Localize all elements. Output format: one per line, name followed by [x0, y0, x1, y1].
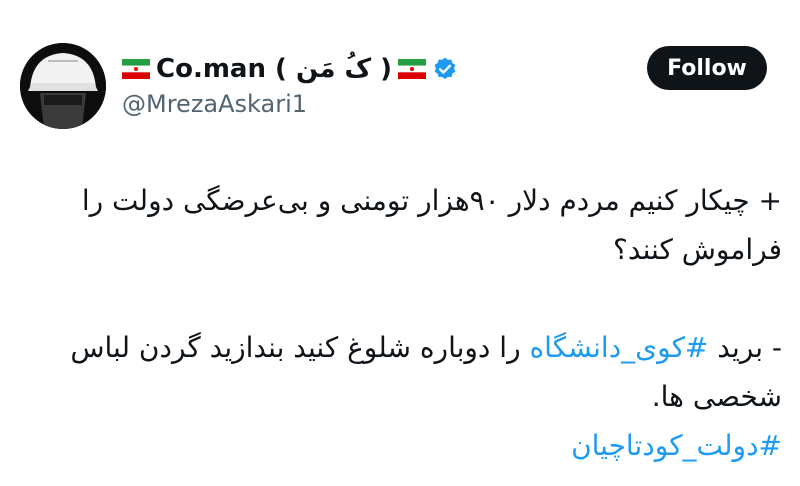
- display-name[interactable]: Co.man ( کُ مَن ): [156, 54, 392, 84]
- tweet-text: + چیکار کنیم مردم دلار ۹۰هزار تومنی و بی…: [30, 176, 782, 470]
- verified-badge-icon[interactable]: [432, 56, 458, 82]
- tweet-header: Co.man ( کُ مَن ) @MrezaAskari1 Follow: [0, 0, 800, 150]
- avatar-image: [20, 43, 106, 129]
- avatar[interactable]: [20, 43, 106, 129]
- hashtag-link[interactable]: #دولت_کودتاچیان: [571, 429, 782, 462]
- tweet-paragraph-3: #دولت_کودتاچیان: [30, 421, 782, 470]
- author-handle[interactable]: @MrezaAskari1: [122, 90, 307, 118]
- follow-button[interactable]: Follow: [647, 46, 767, 90]
- tweet-paragraph-2: - برید #کوی_دانشگاه را دوباره شلوغ کنید …: [30, 323, 782, 421]
- tweet-paragraph-1: + چیکار کنیم مردم دلار ۹۰هزار تومنی و بی…: [81, 184, 782, 266]
- paragraph-2-prefix: - برید: [708, 331, 782, 364]
- author-name-row: Co.man ( کُ مَن ): [122, 52, 458, 86]
- iran-flag-icon: [122, 59, 150, 79]
- hashtag-link[interactable]: #کوی_دانشگاه: [530, 331, 709, 364]
- iran-flag-icon: [398, 59, 427, 79]
